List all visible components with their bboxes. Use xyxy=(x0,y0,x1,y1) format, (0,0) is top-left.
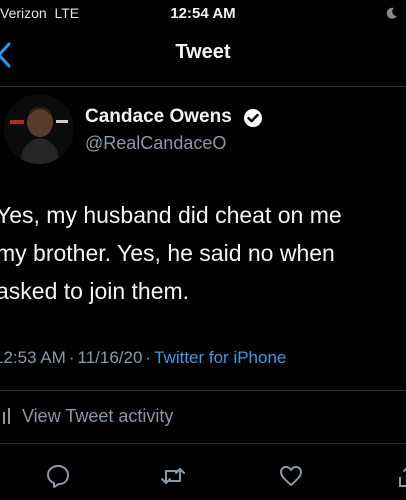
tweet-metadata: 12:53 AM · 11/16/20 · Twitter for iPhone xyxy=(0,348,286,368)
activity-divider xyxy=(0,443,406,444)
bar-chart-icon xyxy=(3,408,10,424)
tweet-date: 11/16/20 xyxy=(77,348,143,367)
reply-button[interactable] xyxy=(45,463,71,489)
meta-divider xyxy=(0,390,406,391)
meta-separator: · xyxy=(145,348,152,367)
nav-divider xyxy=(0,86,406,87)
retweet-icon xyxy=(161,468,185,484)
view-tweet-activity-link[interactable]: View Tweet activity xyxy=(22,406,173,427)
page-title: Tweet xyxy=(175,41,231,63)
reply-icon xyxy=(47,465,69,488)
author-handle[interactable]: @RealCandaceO xyxy=(85,133,226,154)
meta-separator: · xyxy=(68,348,75,367)
share-icon xyxy=(399,467,406,487)
navigation-bar: Tweet xyxy=(0,30,406,82)
heart-icon xyxy=(280,466,302,486)
tweet-line: asked to join them. xyxy=(0,278,190,304)
verified-badge-icon xyxy=(244,109,262,127)
avatar-image xyxy=(4,94,74,164)
retweet-button[interactable] xyxy=(160,463,186,489)
do-not-disturb-icon xyxy=(386,7,397,19)
status-bar: Verizon LTE 12:54 AM xyxy=(0,0,406,30)
tweet-line: my brother. Yes, he said no when xyxy=(0,240,335,266)
status-time: 12:54 AM xyxy=(170,5,236,22)
author-avatar[interactable] xyxy=(4,94,74,164)
share-button[interactable] xyxy=(396,463,406,489)
author-name[interactable]: Candace Owens xyxy=(85,106,232,128)
tweet-body: Yes, my husband did cheat on me my broth… xyxy=(0,196,406,310)
tweet-line: Yes, my husband did cheat on me xyxy=(0,202,342,228)
tweet-time: 12:53 AM xyxy=(0,348,66,367)
like-button[interactable] xyxy=(278,463,304,489)
tweet-source-link[interactable]: Twitter for iPhone xyxy=(154,348,286,367)
